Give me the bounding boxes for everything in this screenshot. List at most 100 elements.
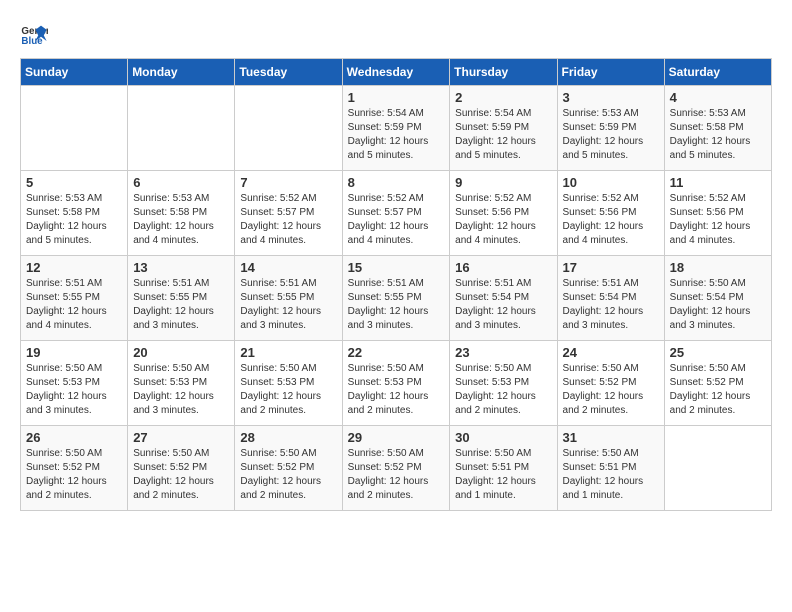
day-number: 13	[133, 260, 229, 275]
day-number: 17	[563, 260, 659, 275]
calendar-cell: 15 Sunrise: 5:51 AM Sunset: 5:55 PM Dayli…	[342, 256, 450, 341]
day-number: 20	[133, 345, 229, 360]
day-detail: Sunrise: 5:50 AM Sunset: 5:53 PM Dayligh…	[455, 362, 551, 418]
calendar-cell: 11 Sunrise: 5:52 AM Sunset: 5:56 PM Dayli…	[664, 171, 771, 256]
day-number: 9	[455, 175, 551, 190]
logo: General Blue	[20, 20, 52, 48]
calendar-cell: 22 Sunrise: 5:50 AM Sunset: 5:53 PM Dayli…	[342, 341, 450, 426]
day-number: 10	[563, 175, 659, 190]
day-number: 12	[26, 260, 122, 275]
day-detail: Sunrise: 5:50 AM Sunset: 5:52 PM Dayligh…	[670, 362, 766, 418]
calendar-cell: 14 Sunrise: 5:51 AM Sunset: 5:55 PM Dayli…	[235, 256, 342, 341]
calendar-cell: 24 Sunrise: 5:50 AM Sunset: 5:52 PM Dayli…	[557, 341, 664, 426]
day-number: 31	[563, 430, 659, 445]
calendar-cell: 4Sunrise: 5:53 AM Sunset: 5:58 PM Daylig…	[664, 86, 771, 171]
calendar-cell: 6Sunrise: 5:53 AM Sunset: 5:58 PM Daylig…	[128, 171, 235, 256]
calendar-week-4: 19 Sunrise: 5:50 AM Sunset: 5:53 PM Dayli…	[21, 341, 772, 426]
calendar-cell: 2 Sunrise: 5:54 AM Sunset: 5:59 PM Daylig…	[450, 86, 557, 171]
header-sunday: Sunday	[21, 59, 128, 86]
calendar-cell: 20 Sunrise: 5:50 AM Sunset: 5:53 PM Dayli…	[128, 341, 235, 426]
day-number: 11	[670, 175, 766, 190]
day-detail: Sunrise: 5:50 AM Sunset: 5:53 PM Dayligh…	[348, 362, 445, 418]
calendar-cell: 30 Sunrise: 5:50 AM Sunset: 5:51 PM Dayli…	[450, 426, 557, 511]
day-detail: Sunrise: 5:52 AM Sunset: 5:56 PM Dayligh…	[670, 192, 766, 248]
calendar-week-3: 12 Sunrise: 5:51 AM Sunset: 5:55 PM Dayli…	[21, 256, 772, 341]
calendar-cell: 12 Sunrise: 5:51 AM Sunset: 5:55 PM Dayli…	[21, 256, 128, 341]
day-detail: Sunrise: 5:51 AM Sunset: 5:54 PM Dayligh…	[563, 277, 659, 333]
calendar-cell	[664, 426, 771, 511]
day-detail: Sunrise: 5:50 AM Sunset: 5:52 PM Dayligh…	[26, 447, 122, 503]
day-detail: Sunrise: 5:53 AM Sunset: 5:58 PM Dayligh…	[26, 192, 122, 248]
calendar-cell: 18Sunrise: 5:50 AM Sunset: 5:54 PM Dayli…	[664, 256, 771, 341]
calendar-cell: 3 Sunrise: 5:53 AM Sunset: 5:59 PM Daylig…	[557, 86, 664, 171]
day-detail: Sunrise: 5:54 AM Sunset: 5:59 PM Dayligh…	[348, 107, 445, 163]
day-number: 14	[240, 260, 336, 275]
calendar-cell: 27Sunrise: 5:50 AM Sunset: 5:52 PM Dayli…	[128, 426, 235, 511]
calendar-header-row: SundayMondayTuesdayWednesdayThursdayFrid…	[21, 59, 772, 86]
day-detail: Sunrise: 5:50 AM Sunset: 5:54 PM Dayligh…	[670, 277, 766, 333]
day-detail: Sunrise: 5:54 AM Sunset: 5:59 PM Dayligh…	[455, 107, 551, 163]
calendar-cell: 25Sunrise: 5:50 AM Sunset: 5:52 PM Dayli…	[664, 341, 771, 426]
day-number: 2	[455, 90, 551, 105]
calendar-cell: 9 Sunrise: 5:52 AM Sunset: 5:56 PM Daylig…	[450, 171, 557, 256]
day-detail: Sunrise: 5:50 AM Sunset: 5:52 PM Dayligh…	[133, 447, 229, 503]
day-detail: Sunrise: 5:51 AM Sunset: 5:55 PM Dayligh…	[240, 277, 336, 333]
header-thursday: Thursday	[450, 59, 557, 86]
day-number: 22	[348, 345, 445, 360]
calendar-cell	[128, 86, 235, 171]
calendar-cell: 13 Sunrise: 5:51 AM Sunset: 5:55 PM Dayli…	[128, 256, 235, 341]
calendar-cell: 28 Sunrise: 5:50 AM Sunset: 5:52 PM Dayli…	[235, 426, 342, 511]
day-detail: Sunrise: 5:52 AM Sunset: 5:56 PM Dayligh…	[455, 192, 551, 248]
day-detail: Sunrise: 5:51 AM Sunset: 5:55 PM Dayligh…	[348, 277, 445, 333]
day-detail: Sunrise: 5:50 AM Sunset: 5:51 PM Dayligh…	[455, 447, 551, 503]
day-number: 3	[563, 90, 659, 105]
calendar-cell	[235, 86, 342, 171]
calendar-cell: 26 Sunrise: 5:50 AM Sunset: 5:52 PM Dayli…	[21, 426, 128, 511]
calendar-cell: 8 Sunrise: 5:52 AM Sunset: 5:57 PM Daylig…	[342, 171, 450, 256]
calendar-cell: 1 Sunrise: 5:54 AM Sunset: 5:59 PM Daylig…	[342, 86, 450, 171]
day-detail: Sunrise: 5:52 AM Sunset: 5:57 PM Dayligh…	[240, 192, 336, 248]
day-detail: Sunrise: 5:50 AM Sunset: 5:52 PM Dayligh…	[240, 447, 336, 503]
day-number: 8	[348, 175, 445, 190]
day-number: 30	[455, 430, 551, 445]
day-detail: Sunrise: 5:50 AM Sunset: 5:53 PM Dayligh…	[26, 362, 122, 418]
day-number: 21	[240, 345, 336, 360]
day-number: 16	[455, 260, 551, 275]
day-detail: Sunrise: 5:51 AM Sunset: 5:54 PM Dayligh…	[455, 277, 551, 333]
calendar-cell: 23Sunrise: 5:50 AM Sunset: 5:53 PM Dayli…	[450, 341, 557, 426]
calendar-week-5: 26 Sunrise: 5:50 AM Sunset: 5:52 PM Dayli…	[21, 426, 772, 511]
day-detail: Sunrise: 5:50 AM Sunset: 5:52 PM Dayligh…	[563, 362, 659, 418]
calendar-cell: 31 Sunrise: 5:50 AM Sunset: 5:51 PM Dayli…	[557, 426, 664, 511]
day-detail: Sunrise: 5:51 AM Sunset: 5:55 PM Dayligh…	[133, 277, 229, 333]
day-detail: Sunrise: 5:53 AM Sunset: 5:58 PM Dayligh…	[133, 192, 229, 248]
day-number: 15	[348, 260, 445, 275]
day-number: 4	[670, 90, 766, 105]
calendar-cell: 19 Sunrise: 5:50 AM Sunset: 5:53 PM Dayli…	[21, 341, 128, 426]
day-number: 26	[26, 430, 122, 445]
day-number: 24	[563, 345, 659, 360]
day-detail: Sunrise: 5:52 AM Sunset: 5:56 PM Dayligh…	[563, 192, 659, 248]
calendar-week-2: 5 Sunrise: 5:53 AM Sunset: 5:58 PM Daylig…	[21, 171, 772, 256]
calendar-cell: 7 Sunrise: 5:52 AM Sunset: 5:57 PM Daylig…	[235, 171, 342, 256]
calendar-cell: 17 Sunrise: 5:51 AM Sunset: 5:54 PM Dayli…	[557, 256, 664, 341]
day-number: 29	[348, 430, 445, 445]
calendar-cell	[21, 86, 128, 171]
day-detail: Sunrise: 5:52 AM Sunset: 5:57 PM Dayligh…	[348, 192, 445, 248]
header-friday: Friday	[557, 59, 664, 86]
day-detail: Sunrise: 5:50 AM Sunset: 5:53 PM Dayligh…	[240, 362, 336, 418]
day-detail: Sunrise: 5:53 AM Sunset: 5:59 PM Dayligh…	[563, 107, 659, 163]
day-detail: Sunrise: 5:51 AM Sunset: 5:55 PM Dayligh…	[26, 277, 122, 333]
calendar-cell: 21 Sunrise: 5:50 AM Sunset: 5:53 PM Dayli…	[235, 341, 342, 426]
day-number: 1	[348, 90, 445, 105]
day-detail: Sunrise: 5:50 AM Sunset: 5:51 PM Dayligh…	[563, 447, 659, 503]
header-monday: Monday	[128, 59, 235, 86]
header-wednesday: Wednesday	[342, 59, 450, 86]
day-number: 19	[26, 345, 122, 360]
header-saturday: Saturday	[664, 59, 771, 86]
day-detail: Sunrise: 5:50 AM Sunset: 5:52 PM Dayligh…	[348, 447, 445, 503]
day-number: 28	[240, 430, 336, 445]
day-number: 5	[26, 175, 122, 190]
day-detail: Sunrise: 5:50 AM Sunset: 5:53 PM Dayligh…	[133, 362, 229, 418]
day-number: 7	[240, 175, 336, 190]
calendar-table: SundayMondayTuesdayWednesdayThursdayFrid…	[20, 58, 772, 511]
